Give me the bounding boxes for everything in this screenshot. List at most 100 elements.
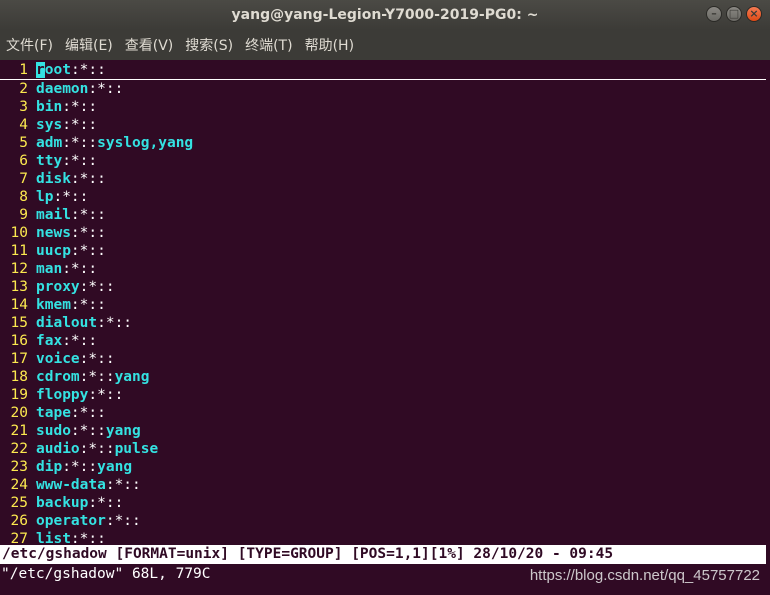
menu-search[interactable]: 搜索(S) xyxy=(179,35,239,55)
line-content: voice:*:: xyxy=(36,350,115,368)
line-content: audio:*::pulse xyxy=(36,440,158,458)
buffer-line[interactable]: 25 backup:*:: xyxy=(0,494,766,512)
buffer-line[interactable]: 21 sudo:*::yang xyxy=(0,422,766,440)
terminal-area[interactable]: 1 root:*:: 2 daemon:*:: 3 bin:*:: 4 sys:*:: 5 adm… xyxy=(0,60,770,595)
line-content: www-data:*:: xyxy=(36,476,141,494)
line-number: 1 xyxy=(19,62,28,78)
line-number: 12 xyxy=(10,261,28,277)
line-content: proxy:*:: xyxy=(36,278,115,296)
line-number: 19 xyxy=(10,387,28,403)
group-fields: :*:: xyxy=(62,261,98,277)
buffer-line[interactable]: 24 www-data:*:: xyxy=(0,476,766,494)
line-number: 13 xyxy=(10,279,28,295)
group-name: root xyxy=(36,62,71,78)
line-number: 9 xyxy=(19,207,28,223)
group-name: uucp xyxy=(36,243,71,259)
line-number: 21 xyxy=(10,423,28,439)
line-number: 10 xyxy=(10,225,28,241)
group-name: operator xyxy=(36,513,106,529)
line-content: bin:*:: xyxy=(36,98,97,116)
line-content: lp:*:: xyxy=(36,188,88,206)
buffer-line[interactable]: 8 lp:*:: xyxy=(0,188,766,206)
group-name: voice xyxy=(36,351,80,367)
menu-view[interactable]: 查看(V) xyxy=(119,35,180,55)
buffer-line[interactable]: 17 voice:*:: xyxy=(0,350,766,368)
buffer-line[interactable]: 11 uucp:*:: xyxy=(0,242,766,260)
menu-terminal[interactable]: 终端(T) xyxy=(239,35,298,55)
group-members: syslog,yang xyxy=(97,135,194,151)
editor-buffer[interactable]: 1 root:*:: 2 daemon:*:: 3 bin:*:: 4 sys:*:: 5 adm… xyxy=(0,61,766,548)
group-fields: :*:: xyxy=(62,135,98,151)
buffer-line[interactable]: 9 mail:*:: xyxy=(0,206,766,224)
group-fields: :*:: xyxy=(88,495,124,511)
group-fields: :*:: xyxy=(79,369,115,385)
line-content: dialout:*:: xyxy=(36,314,132,332)
line-number: 26 xyxy=(10,513,28,529)
line-content: dip:*::yang xyxy=(36,458,132,476)
line-number: 15 xyxy=(10,315,28,331)
menu-help[interactable]: 帮助(H) xyxy=(299,35,360,55)
buffer-line[interactable]: 7 disk:*:: xyxy=(0,170,766,188)
buffer-line[interactable]: 22 audio:*::pulse xyxy=(0,440,766,458)
group-fields: :*:: xyxy=(70,405,106,421)
group-name: audio xyxy=(36,441,80,457)
group-fields: :*:: xyxy=(62,459,98,475)
buffer-line[interactable]: 23 dip:*::yang xyxy=(0,458,766,476)
watermark-text: https://blog.csdn.net/qq_45757722 xyxy=(529,567,760,584)
buffer-line[interactable]: 14 kmem:*:: xyxy=(0,296,766,314)
group-members: pulse xyxy=(114,441,159,457)
line-number: 24 xyxy=(10,477,28,493)
buffer-line[interactable]: 13 proxy:*:: xyxy=(0,278,766,296)
maximize-button[interactable]: □ xyxy=(726,6,742,22)
text-cursor: r xyxy=(36,62,45,78)
line-number: 3 xyxy=(19,99,28,115)
line-content: sys:*:: xyxy=(36,116,97,134)
group-fields: :*:: xyxy=(79,351,115,367)
buffer-line[interactable]: 26 operator:*:: xyxy=(0,512,766,530)
buffer-line[interactable]: 3 bin:*:: xyxy=(0,98,766,116)
buffer-line[interactable]: 15 dialout:*:: xyxy=(0,314,766,332)
group-fields: :*:: xyxy=(62,153,98,169)
buffer-line[interactable]: 1 root:*:: xyxy=(0,61,766,80)
menu-edit[interactable]: 编辑(E) xyxy=(59,35,119,55)
line-content: adm:*::syslog,yang xyxy=(36,134,193,152)
group-fields: :*:: xyxy=(70,297,106,313)
buffer-line[interactable]: 18 cdrom:*::yang xyxy=(0,368,766,386)
group-name: adm xyxy=(36,135,63,151)
menu-file[interactable]: 文件(F) xyxy=(0,35,59,55)
group-fields: :*:: xyxy=(70,225,106,241)
group-name: disk xyxy=(36,171,71,187)
group-name: lp xyxy=(36,189,54,205)
buffer-line[interactable]: 4 sys:*:: xyxy=(0,116,766,134)
buffer-line[interactable]: 12 man:*:: xyxy=(0,260,766,278)
line-number: 14 xyxy=(10,297,28,313)
line-number: 8 xyxy=(19,189,28,205)
group-fields: :*:: xyxy=(105,513,141,529)
group-name: tape xyxy=(36,405,71,421)
group-members: yang xyxy=(97,459,133,475)
title-bar[interactable]: yang@yang-Legion-Y7000-2019-PG0: ~ – □ × xyxy=(0,0,770,30)
group-name: sys xyxy=(36,117,63,133)
buffer-line[interactable]: 10 news:*:: xyxy=(0,224,766,242)
line-content: root:*:: xyxy=(36,61,106,79)
group-name: dip xyxy=(36,459,63,475)
line-number: 7 xyxy=(19,171,28,187)
close-button[interactable]: × xyxy=(746,6,762,22)
group-name: kmem xyxy=(36,297,71,313)
buffer-line[interactable]: 19 floppy:*:: xyxy=(0,386,766,404)
window-controls: – □ × xyxy=(706,6,762,22)
group-name: man xyxy=(36,261,63,277)
line-content: man:*:: xyxy=(36,260,97,278)
line-content: operator:*:: xyxy=(36,512,141,530)
group-name: floppy xyxy=(36,387,89,403)
buffer-line[interactable]: 2 daemon:*:: xyxy=(0,80,766,98)
line-content: sudo:*::yang xyxy=(36,422,141,440)
buffer-line[interactable]: 16 fax:*:: xyxy=(0,332,766,350)
buffer-line[interactable]: 5 adm:*::syslog,yang xyxy=(0,134,766,152)
buffer-line[interactable]: 6 tty:*:: xyxy=(0,152,766,170)
minimize-button[interactable]: – xyxy=(706,6,722,22)
buffer-line[interactable]: 20 tape:*:: xyxy=(0,404,766,422)
line-number: 22 xyxy=(10,441,28,457)
group-name: daemon xyxy=(36,81,89,97)
group-name: news xyxy=(36,225,71,241)
